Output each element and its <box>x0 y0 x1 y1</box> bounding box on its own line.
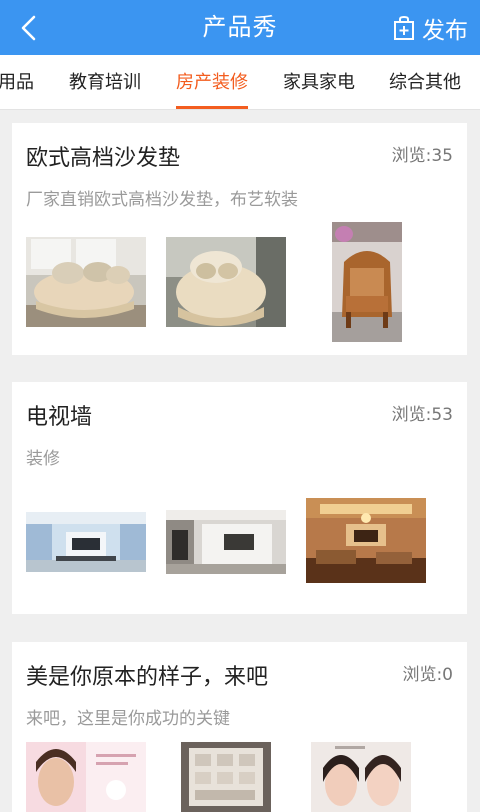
post-title: 电视墙 <box>26 405 93 430</box>
tab-education[interactable]: 教育培训 <box>69 55 141 109</box>
women-portrait-photo[interactable] <box>311 742 411 812</box>
carved-chair-photo[interactable] <box>332 222 402 342</box>
category-tabs: 用品 教育培训 房产装修 家具家电 综合其他 <box>0 55 480 110</box>
publish-button[interactable]: 发布 <box>392 0 468 55</box>
view-count: 浏览:35 <box>391 146 453 166</box>
product-box-photo[interactable] <box>181 742 271 812</box>
top-bar: 产品秀 发布 <box>0 0 480 55</box>
post-card[interactable]: 美是你原本的样子，来吧 浏览:0 来吧，这里是你成功的关键 <box>12 642 467 812</box>
tab-supplies[interactable]: 用品 <box>0 55 34 109</box>
post-description: 装修 <box>26 449 60 469</box>
publish-label: 发布 <box>422 17 468 44</box>
post-description: 厂家直销欧式高档沙发垫，布艺软装 <box>26 190 298 210</box>
view-count: 浏览:53 <box>391 405 453 425</box>
post-card[interactable]: 欧式高档沙发垫 浏览:35 厂家直销欧式高档沙发垫，布艺软装 <box>12 123 467 355</box>
post-title: 欧式高档沙发垫 <box>26 146 181 171</box>
tab-other[interactable]: 综合其他 <box>389 55 461 109</box>
tv-wall-blue-photo[interactable] <box>26 512 146 572</box>
post-card[interactable]: 电视墙 浏览:53 装修 <box>12 382 467 614</box>
tab-furniture-appliances[interactable]: 家具家电 <box>283 55 355 109</box>
tv-wall-white-photo[interactable] <box>166 510 286 574</box>
living-room-warm-photo[interactable] <box>306 498 426 583</box>
armchair-cover-photo[interactable] <box>166 237 286 327</box>
sofa-cushion-photo[interactable] <box>26 237 146 327</box>
tab-real-estate[interactable]: 房产装修 <box>176 55 248 109</box>
beauty-poster-photo[interactable] <box>26 742 146 812</box>
add-bag-icon <box>394 15 414 40</box>
post-title: 美是你原本的样子，来吧 <box>26 665 269 690</box>
view-count: 浏览:0 <box>402 665 453 685</box>
post-description: 来吧，这里是你成功的关键 <box>26 709 230 729</box>
